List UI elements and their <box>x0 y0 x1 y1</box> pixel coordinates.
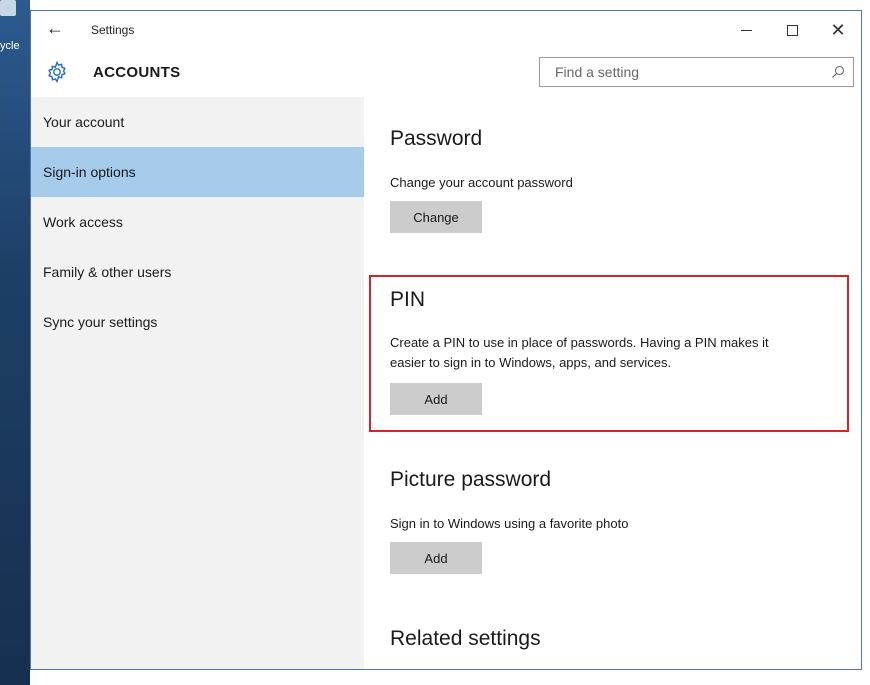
maximize-icon <box>786 24 798 36</box>
gear-icon <box>48 60 66 84</box>
back-button[interactable]: ← <box>41 17 69 41</box>
title-bar[interactable]: ← Settings ✕ <box>31 11 861 49</box>
sidebar-item-label: Your account <box>43 114 125 130</box>
add-picture-password-button[interactable]: Add <box>390 542 482 574</box>
section-title: ACCOUNTS <box>93 64 181 81</box>
related-settings-heading: Related settings <box>390 627 541 650</box>
search-box[interactable] <box>539 57 854 87</box>
pin-heading: PIN <box>390 288 426 311</box>
sidebar-item-label: Sign-in options <box>43 164 136 180</box>
change-password-button[interactable]: Change <box>390 201 482 233</box>
sidebar-item-label: Family & other users <box>43 264 172 280</box>
sidebar-item-sign-in-options[interactable]: Sign-in options <box>31 147 364 197</box>
password-heading: Password <box>390 127 483 150</box>
minimize-icon <box>740 29 752 31</box>
sidebar-item-your-account[interactable]: Your account <box>31 97 364 147</box>
close-icon: ✕ <box>830 20 846 40</box>
close-button[interactable]: ✕ <box>815 17 861 43</box>
sidebar-item-label: Work access <box>43 214 123 230</box>
sidebar-item-sync-settings[interactable]: Sync your settings <box>31 297 364 347</box>
sidebar-item-family-other-users[interactable]: Family & other users <box>31 247 364 297</box>
desktop-background: ycle <box>0 0 30 685</box>
search-icon[interactable] <box>831 65 845 79</box>
search-input[interactable] <box>540 58 835 86</box>
sidebar-nav: Your account Sign-in options Work access… <box>31 97 364 669</box>
recycle-bin-icon[interactable] <box>0 0 16 16</box>
app-title: Settings <box>91 23 135 37</box>
sidebar-item-work-access[interactable]: Work access <box>31 197 364 247</box>
sidebar-item-label: Sync your settings <box>43 314 158 330</box>
picture-password-description: Sign in to Windows using a favorite phot… <box>390 516 629 531</box>
add-pin-button[interactable]: Add <box>390 383 482 415</box>
password-description: Change your account password <box>390 175 573 190</box>
picture-password-heading: Picture password <box>390 468 552 491</box>
recycle-bin-label: ycle <box>0 40 20 52</box>
pin-description-line-1: Create a PIN to use in place of password… <box>390 335 769 350</box>
maximize-button[interactable] <box>769 17 815 43</box>
main-content: Password Change your account password Ch… <box>364 97 861 669</box>
minimize-button[interactable] <box>723 17 769 43</box>
pin-description-line-2: easier to sign in to Windows, apps, and … <box>390 355 672 370</box>
page-header: ACCOUNTS <box>31 49 861 97</box>
settings-window: ← Settings ✕ ACCOUNTS Your <box>30 10 862 670</box>
